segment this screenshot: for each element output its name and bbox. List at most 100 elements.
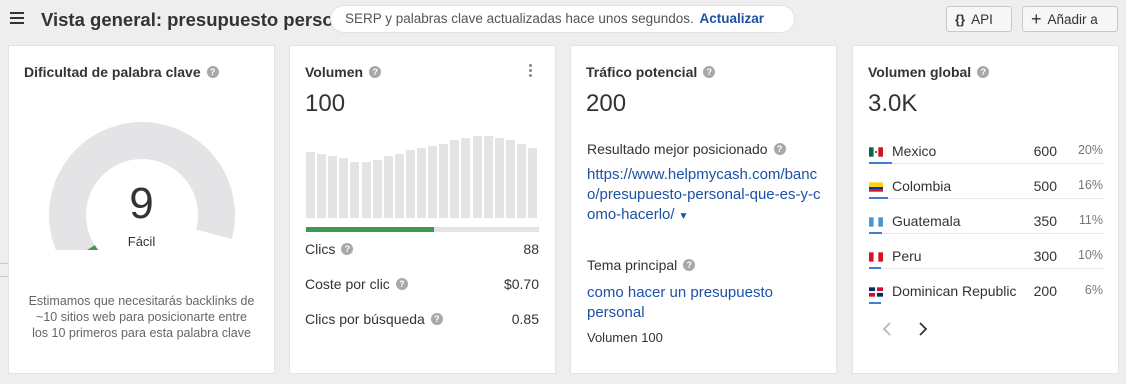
kd-backlinks-note: Estimamos que necesitarás backlinks de ~… xyxy=(28,294,255,340)
hamburger-menu-icon[interactable] xyxy=(10,12,24,24)
help-icon[interactable]: ? xyxy=(977,66,990,78)
volume-trend-bar xyxy=(383,156,393,218)
clicks-share-bar xyxy=(306,227,539,232)
metric-value: $0.70 xyxy=(503,276,539,292)
volume-trend-bar xyxy=(516,144,526,218)
metric-label: Clics xyxy=(305,241,336,257)
help-icon[interactable]: ? xyxy=(683,259,696,271)
volume-trend-bar xyxy=(372,160,382,218)
country-row-peru[interactable]: Peru 300 10% xyxy=(869,243,1103,278)
country-volume: 350 xyxy=(1033,213,1057,229)
country-name[interactable]: Guatemala xyxy=(892,213,960,229)
volume-trend-bar xyxy=(317,154,327,218)
kd-score: 9 xyxy=(129,179,154,228)
traffic-value: 200 xyxy=(586,90,627,117)
country-share-bar xyxy=(869,232,882,234)
flag-peru-icon xyxy=(869,252,883,262)
collapsed-panel-handle[interactable] xyxy=(0,263,8,277)
kd-level-label: Fácil xyxy=(127,234,156,249)
caret-down-icon[interactable]: ▼ xyxy=(679,211,689,222)
flag-colombia-icon xyxy=(869,182,883,192)
row-divider xyxy=(869,198,1103,199)
top-result-label-text: Resultado mejor posicionado xyxy=(587,141,768,157)
country-row-dominican-republic[interactable]: Dominican Republic 200 6% xyxy=(869,278,1103,313)
country-name[interactable]: Dominican Republic xyxy=(892,283,1017,299)
country-row-mexico[interactable]: Mexico 600 20% xyxy=(869,138,1103,173)
country-percent: 11% xyxy=(1078,213,1103,227)
country-volume: 500 xyxy=(1033,178,1057,194)
global-volume-title: Volumen global ? xyxy=(868,64,990,80)
metric-row-clicks: Clics ? 88 xyxy=(305,241,539,257)
volume-trend-chart xyxy=(306,134,540,218)
parent-topic-link[interactable]: como hacer un presupuesto personal xyxy=(587,283,823,323)
country-percent: 20% xyxy=(1077,143,1103,157)
traffic-potential-card: Tráfico potencial ? 200 Resultado mejor … xyxy=(571,46,836,373)
help-icon[interactable]: ? xyxy=(703,66,716,78)
volume-trend-bar xyxy=(472,136,482,218)
volume-trend-bar xyxy=(505,140,515,218)
global-volume-title-text: Volumen global xyxy=(868,64,972,80)
volume-trend-bar xyxy=(483,136,493,218)
serp-notice-text: SERP y palabras clave actualizadas hace … xyxy=(345,11,694,26)
add-to-button-label: Añadir a xyxy=(1047,11,1098,27)
help-icon[interactable]: ? xyxy=(341,243,354,255)
country-row-colombia[interactable]: Colombia 500 16% xyxy=(869,173,1103,208)
help-icon[interactable]: ? xyxy=(430,313,443,325)
country-name[interactable]: Colombia xyxy=(892,178,951,194)
parent-topic-volume: Volumen 100 xyxy=(587,330,663,345)
volume-trend-bar xyxy=(350,162,360,218)
more-options-icon[interactable] xyxy=(527,64,533,78)
add-to-button[interactable]: + Añadir a xyxy=(1022,6,1118,32)
top-result-url-text[interactable]: https://www.helpmycash.com/banco/presupu… xyxy=(587,166,820,223)
country-share-bar xyxy=(869,267,881,269)
top-result-label: Resultado mejor posicionado ? xyxy=(587,141,786,157)
country-volume: 200 xyxy=(1033,283,1057,299)
flag-dominican-republic-icon xyxy=(869,287,883,297)
volume-trend-bar xyxy=(339,158,349,218)
volume-value: 100 xyxy=(305,90,346,117)
chevron-right-icon[interactable] xyxy=(918,322,928,336)
plus-icon: + xyxy=(1031,9,1042,29)
global-volume-card: Volumen global ? 3.0K Mexico 600 20% Col… xyxy=(853,46,1118,373)
country-volume: 600 xyxy=(1033,143,1057,159)
volume-trend-bar xyxy=(528,148,537,218)
row-divider xyxy=(869,163,1103,164)
keyword-difficulty-card: Dificultad de palabra clave ? 9 Fácil Es… xyxy=(9,46,274,373)
parent-topic-label: Tema principal ? xyxy=(587,257,696,273)
clicks-share-fill xyxy=(306,227,435,232)
volume-trend-bar xyxy=(417,148,426,218)
chevron-left-icon[interactable] xyxy=(882,322,892,336)
metric-value: 88 xyxy=(523,241,539,257)
help-icon[interactable]: ? xyxy=(206,66,219,78)
row-divider xyxy=(869,268,1103,269)
country-share-bar xyxy=(869,197,888,199)
serp-update-notice: SERP y palabras clave actualizadas hace … xyxy=(331,6,794,32)
volume-trend-bar xyxy=(439,144,449,218)
volume-card: Volumen ? 100 Clics ? 88 Coste por clic … xyxy=(290,46,555,373)
country-percent: 16% xyxy=(1077,178,1103,192)
refresh-link[interactable]: Actualizar xyxy=(700,11,765,26)
help-icon[interactable]: ? xyxy=(395,278,408,290)
metric-value: 0.85 xyxy=(511,311,539,327)
top-bar: Vista general: presupuesto personal SERP… xyxy=(0,0,1126,38)
volume-title-text: Volumen xyxy=(305,64,364,80)
top-result-url[interactable]: https://www.helpmycash.com/banco/presupu… xyxy=(587,165,823,227)
volume-trend-bar xyxy=(306,152,315,218)
volume-trend-bar xyxy=(361,162,371,218)
traffic-title-text: Tráfico potencial xyxy=(586,64,698,80)
help-icon[interactable]: ? xyxy=(773,143,786,155)
country-row-guatemala[interactable]: Guatemala 350 11% xyxy=(869,208,1103,243)
volume-trend-bar xyxy=(394,154,404,218)
country-name[interactable]: Mexico xyxy=(892,143,936,159)
flag-mexico-icon xyxy=(869,147,883,157)
help-icon[interactable]: ? xyxy=(369,66,382,78)
api-button[interactable]: {} API xyxy=(946,6,1012,32)
page-title: Vista general: presupuesto personal xyxy=(41,9,335,30)
volume-trend-bar xyxy=(450,140,460,218)
country-share-bar xyxy=(869,162,893,164)
country-volume: 300 xyxy=(1033,248,1057,264)
country-name[interactable]: Peru xyxy=(892,248,922,264)
volume-trend-bar xyxy=(328,156,338,218)
metric-label: Coste por clic xyxy=(305,276,390,292)
metric-label: Clics por búsqueda xyxy=(305,311,425,327)
